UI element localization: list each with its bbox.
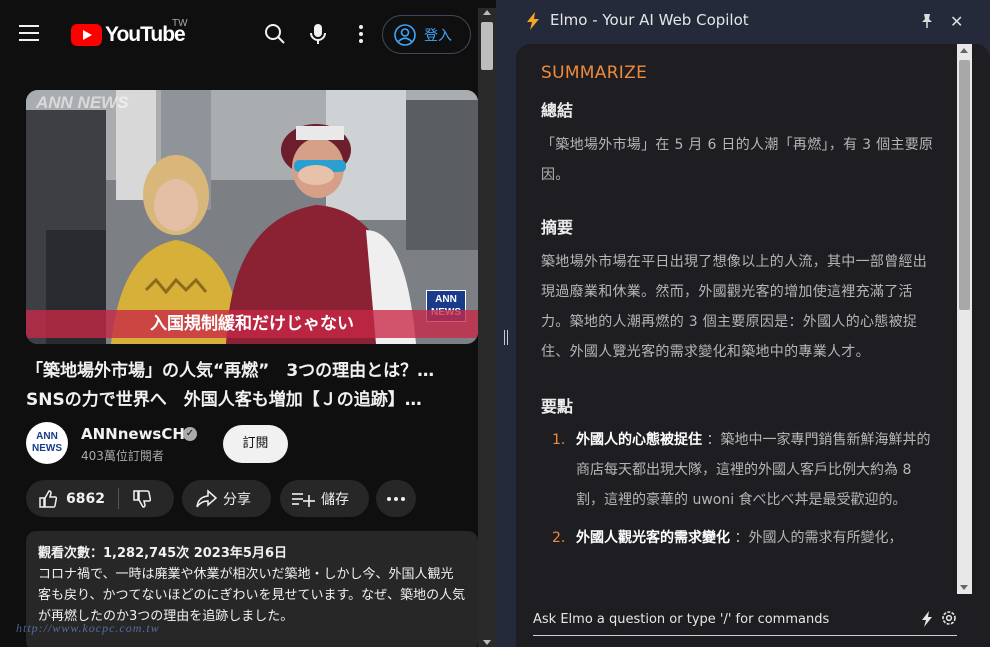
youtube-pane: YouTube TW 登入 ANN NEWS ANN 入国規制緩和だけじゃない … bbox=[0, 0, 496, 647]
youtube-logo[interactable]: YouTube TW bbox=[71, 18, 188, 50]
drag-grip-icon[interactable] bbox=[504, 330, 508, 345]
save-label: 儲存 bbox=[321, 491, 349, 508]
list-item: 2. 外國人觀光客的需求變化 ：外國人的需求有所變化， bbox=[541, 523, 936, 553]
description-text: コロナ禍で、一時は廃業や休業が相次いだ築地・しかし今、外国人観光客も戻り、かつて… bbox=[38, 567, 466, 624]
playlist-add-icon bbox=[292, 492, 315, 507]
youtube-play-icon bbox=[71, 24, 102, 46]
search-icon[interactable] bbox=[264, 23, 286, 45]
microphone-icon[interactable] bbox=[307, 23, 329, 45]
video-player[interactable]: ANN NEWS ANN NEWS 入国規制緩和だけじゃない bbox=[26, 90, 478, 344]
share-label: 分享 bbox=[223, 491, 251, 508]
scroll-thumb[interactable] bbox=[959, 60, 970, 310]
account-icon bbox=[394, 23, 416, 46]
list-item: 1. 外國人的心態被捉住 ：築地中一家專門銷售新鮮海鮮丼的商店每天都出現大隊，這… bbox=[541, 425, 936, 515]
channel-avatar[interactable]: ANN NEWS bbox=[26, 422, 68, 464]
scroll-thumb[interactable] bbox=[481, 22, 493, 70]
elmo-title: Elmo - Your AI Web Copilot bbox=[550, 11, 749, 29]
settings-icon[interactable] bbox=[941, 610, 957, 626]
abstract-text: 築地場外市場在平日出現了想像以上的人流，其中一部曾經出現過廢業和休業。然而，外國… bbox=[541, 254, 928, 360]
video-title: 「築地場外市場」の人気“再燃” 3つの理由とは？… SNSの力で世界へ 外国人客… bbox=[26, 357, 474, 415]
point-title: 外國人觀光客的需求變化 bbox=[576, 530, 730, 546]
region-code: TW bbox=[172, 18, 188, 29]
like-count[interactable]: 6862 bbox=[66, 491, 105, 507]
site-watermark: http://www.kocpc.com.tw bbox=[16, 621, 160, 635]
verified-check-icon: ✓ bbox=[183, 427, 197, 441]
key-points-list: 1. 外國人的心態被捉住 ：築地中一家專門銷售新鮮海鮮丼的商店每天都出現大隊，這… bbox=[541, 425, 936, 553]
pane-resize-handle[interactable] bbox=[496, 0, 516, 647]
ask-elmo-input[interactable] bbox=[533, 608, 903, 630]
like-divider bbox=[118, 488, 119, 509]
elmo-bolt-icon bbox=[527, 12, 539, 30]
more-horizontal-icon bbox=[387, 496, 405, 501]
abstract-heading: 摘要 bbox=[541, 218, 574, 237]
scroll-down-arrow-icon[interactable] bbox=[960, 585, 968, 590]
summary-text: 「築地場外市場」在 5 月 6 日的人潮「再燃」，有 3 個主要原因。 bbox=[541, 137, 934, 183]
thumbs-down-icon[interactable] bbox=[132, 489, 152, 509]
like-dislike-group: 6862 bbox=[26, 480, 174, 517]
signin-button[interactable]: 登入 bbox=[382, 15, 471, 54]
signin-label: 登入 bbox=[424, 27, 452, 44]
ann-watermark: ANN NEWS bbox=[36, 93, 129, 112]
summary-content: SUMMARIZE 總結 「築地場外市場」在 5 月 6 日的人潮「再燃」，有 … bbox=[541, 60, 936, 553]
menu-icon[interactable] bbox=[19, 25, 39, 41]
elmo-scrollbar[interactable] bbox=[957, 44, 972, 594]
subscribe-button[interactable]: 訂閱 bbox=[223, 425, 288, 463]
pin-icon[interactable] bbox=[920, 13, 934, 29]
save-button[interactable]: 儲存 bbox=[280, 480, 369, 517]
scroll-down-arrow-icon[interactable] bbox=[483, 640, 491, 645]
elmo-sidebar: Elmo - Your AI Web Copilot ✕ SUMMARIZE 總… bbox=[516, 0, 990, 647]
video-title-line1: 「築地場外市場」の人気“再燃” 3つの理由とは？… bbox=[26, 361, 435, 381]
point-title: 外國人的心態被捉住 bbox=[576, 432, 702, 448]
summary-heading: 總結 bbox=[541, 101, 574, 120]
youtube-scrollbar[interactable] bbox=[478, 8, 496, 647]
thumbs-up-icon[interactable] bbox=[38, 489, 58, 509]
summarize-label: SUMMARIZE bbox=[541, 63, 648, 83]
elmo-content-panel: SUMMARIZE 總結 「築地場外市場」在 5 月 6 日的人潮「再燃」，有 … bbox=[516, 44, 990, 647]
key-points-heading: 要點 bbox=[541, 397, 574, 416]
share-button[interactable]: 分享 bbox=[182, 480, 271, 517]
video-frame bbox=[26, 90, 478, 344]
elmo-input-area bbox=[533, 604, 957, 636]
video-caption: 入国規制緩和だけじゃない bbox=[26, 310, 478, 338]
close-icon[interactable]: ✕ bbox=[950, 12, 963, 31]
point-text: ：外國人的需求有所變化， bbox=[734, 530, 903, 546]
youtube-topbar: YouTube TW 登入 bbox=[0, 0, 478, 70]
share-icon bbox=[196, 488, 217, 507]
subscriber-count: 403萬位訂閱者 bbox=[81, 449, 164, 463]
point-number: 2. bbox=[552, 530, 566, 546]
more-vertical-icon[interactable] bbox=[350, 23, 372, 45]
more-actions-button[interactable] bbox=[376, 480, 416, 517]
scroll-up-arrow-icon[interactable] bbox=[960, 48, 968, 53]
view-count-date: 觀看次數：1,282,745次 2023年5月6日 bbox=[38, 546, 287, 561]
point-number: 1. bbox=[552, 432, 566, 448]
channel-name[interactable]: ANNnewsCH bbox=[81, 425, 185, 443]
scroll-up-arrow-icon[interactable] bbox=[483, 10, 491, 15]
bolt-command-icon[interactable] bbox=[921, 611, 933, 627]
video-title-line2: SNSの力で世界へ 外国人客も増加【Ｊの追跡】… bbox=[26, 390, 422, 410]
